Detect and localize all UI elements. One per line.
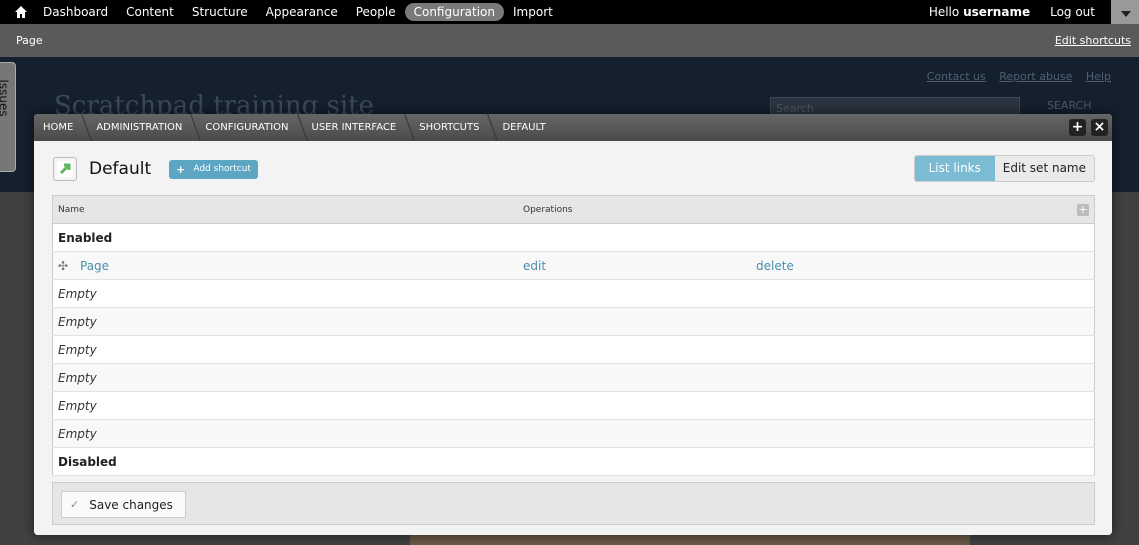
table-row: ✣ Page edit delete	[52, 251, 1095, 280]
add-shortcut-button[interactable]: + Add shortcut	[169, 159, 258, 179]
logout-link[interactable]: Log out	[1050, 5, 1095, 19]
tab-edit-set-name[interactable]: Edit set name	[994, 156, 1094, 181]
issues-tab[interactable]: Issues	[0, 62, 16, 172]
empty-row: Empty	[52, 307, 1095, 336]
toolbar-item-content[interactable]: Content	[117, 3, 183, 21]
breadcrumb-user-interface[interactable]: USER INTERFACE	[303, 114, 411, 141]
plus-icon: +	[176, 162, 186, 176]
shortcut-page[interactable]: Page	[16, 34, 43, 47]
form-actions: ✓ Save changes	[52, 482, 1095, 525]
drag-handle-icon[interactable]: ✣	[58, 259, 70, 273]
close-icon[interactable]: ×	[1091, 119, 1108, 136]
tab-list-links[interactable]: List links	[914, 156, 995, 181]
report-abuse-link[interactable]: Report abuse	[999, 70, 1072, 83]
breadcrumb: HOME ADMINISTRATION CONFIGURATION USER I…	[34, 114, 1112, 141]
edit-link[interactable]: edit	[523, 259, 546, 273]
edit-shortcuts-link[interactable]: Edit shortcuts	[1055, 34, 1131, 47]
admin-toolbar: Dashboard Content Structure Appearance P…	[0, 0, 1139, 24]
save-changes-label: Save changes	[89, 497, 173, 512]
breadcrumb-configuration[interactable]: CONFIGURATION	[196, 114, 302, 141]
overlay-dialog: HOME ADMINISTRATION CONFIGURATION USER I…	[34, 114, 1112, 535]
contact-us-link[interactable]: Contact us	[927, 70, 986, 83]
save-changes-button[interactable]: ✓ Save changes	[61, 491, 186, 518]
issues-tab-label: Issues	[0, 79, 11, 117]
toolbar-drawer-toggle[interactable]	[1111, 0, 1139, 24]
home-icon[interactable]	[14, 5, 28, 19]
user-menu: Hello username Log out	[929, 0, 1139, 24]
empty-row: Empty	[52, 363, 1095, 392]
add-to-shortcuts-icon[interactable]: +	[1069, 119, 1086, 136]
shortcut-link-page[interactable]: Page	[80, 259, 109, 273]
breadcrumb-home[interactable]: HOME	[34, 114, 87, 141]
region-enabled: Enabled	[52, 223, 1095, 252]
overlay-body: Default + Add shortcut List links Edit se…	[34, 141, 1112, 535]
shortcut-bar: Page Edit shortcuts	[0, 24, 1139, 58]
add-shortcut-label: Add shortcut	[193, 164, 251, 174]
secondary-links: Contact us Report abuse Help	[917, 70, 1111, 83]
breadcrumb-shortcuts[interactable]: SHORTCUTS	[410, 114, 493, 141]
toolbar-item-people[interactable]: People	[347, 3, 405, 21]
help-link[interactable]: Help	[1086, 70, 1111, 83]
toolbar-item-structure[interactable]: Structure	[183, 3, 257, 21]
shortcut-table: Name Operations + Enabled ✣ Page edit del…	[52, 195, 1095, 476]
check-icon: ✓	[70, 498, 80, 511]
empty-row: Empty	[52, 391, 1095, 420]
toolbar-item-import[interactable]: Import	[504, 3, 562, 21]
column-name: Name	[52, 195, 518, 224]
toolbar-item-dashboard[interactable]: Dashboard	[34, 3, 117, 21]
toolbar-menu: Dashboard Content Structure Appearance P…	[34, 0, 562, 24]
page-title: Default	[89, 159, 152, 179]
empty-row: Empty	[52, 335, 1095, 364]
toolbar-item-appearance[interactable]: Appearance	[257, 3, 347, 21]
username[interactable]: username	[963, 5, 1030, 19]
search-button[interactable]: SEARCH	[1047, 99, 1092, 112]
hello-text: Hello username	[928, 5, 1031, 19]
breadcrumb-default[interactable]: DEFAULT	[493, 114, 559, 141]
shortcut-set-icon	[53, 157, 77, 181]
breadcrumb-administration[interactable]: ADMINISTRATION	[87, 114, 196, 141]
region-disabled: Disabled	[52, 447, 1095, 476]
show-row-weights-icon[interactable]: +	[1077, 203, 1089, 216]
tabs: List links Edit set name	[913, 155, 1095, 182]
column-operations: Operations	[518, 195, 751, 224]
empty-row: Empty	[52, 279, 1095, 308]
empty-row: Empty	[52, 419, 1095, 448]
toolbar-item-configuration[interactable]: Configuration	[404, 3, 504, 21]
delete-link[interactable]: delete	[756, 259, 794, 273]
